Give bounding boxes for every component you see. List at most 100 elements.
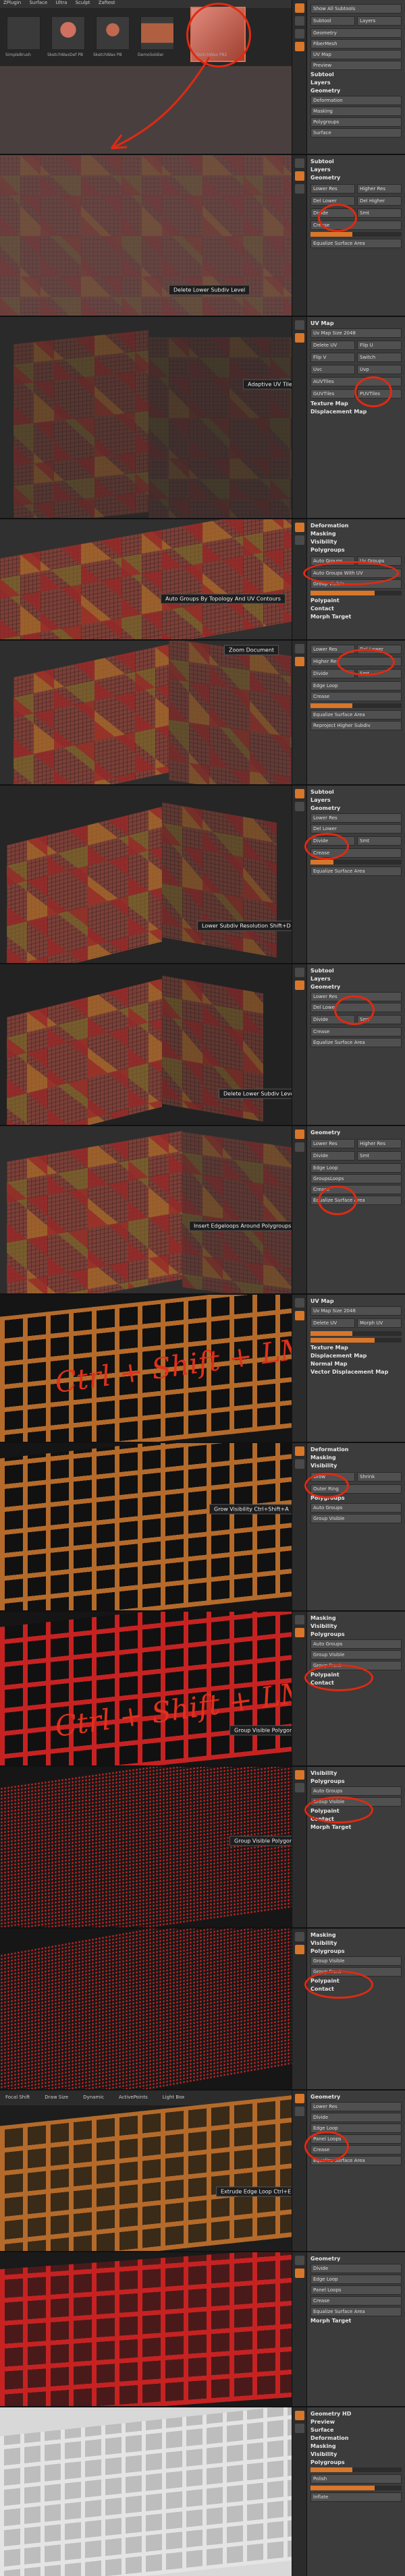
palette-heading[interactable]: Subtool [310,789,402,795]
toolbar-item[interactable]: Draw Size [45,2095,68,2101]
tool-icon[interactable] [295,2268,304,2278]
crease-button[interactable]: Crease [310,2296,402,2306]
group-visible-button[interactable]: Group Visible [310,1514,402,1523]
brush-thumbnail[interactable] [96,16,130,50]
menu-item[interactable]: Sculpt [76,0,90,5]
palette-heading[interactable]: Visibility [310,1940,402,1946]
delete-uv-button[interactable]: Delete UV [310,341,355,350]
del-higher-button[interactable]: Del Higher [357,196,402,206]
tool-icon[interactable] [295,3,304,13]
tool-icon[interactable] [295,2107,304,2116]
lower-res-button[interactable]: Lower Res [310,1139,355,1148]
palette-heading[interactable]: Contact [310,606,402,612]
tool-icon[interactable] [295,1770,304,1780]
tool-icon[interactable] [295,333,304,343]
switch-button[interactable]: Switch [357,353,402,362]
palette-heading[interactable]: Visibility [310,539,402,545]
smt-toggle[interactable]: Smt [357,836,402,846]
palette-heading[interactable]: Displacement Map [310,409,402,415]
tool-icon[interactable] [295,789,304,798]
viewport-7[interactable]: Insert Edgeloops Around Polygroups [0,1126,292,1293]
polish-slider[interactable] [310,591,402,595]
tool-icon[interactable] [295,1628,304,1637]
morph-uv-button[interactable]: Morph UV [357,1318,402,1328]
tool-icon[interactable] [295,184,304,194]
tool-icon[interactable] [295,657,304,666]
palette-heading[interactable]: Polygroups [310,1631,402,1637]
tool-icon[interactable] [295,644,304,653]
palette-heading[interactable]: Texture Map [310,1345,402,1351]
subdiv-slider[interactable] [310,860,402,865]
show-all-subtools-button[interactable]: Show All Subtools [310,4,402,13]
tool-button[interactable]: UV Map [310,50,402,59]
palette-heading[interactable]: Geometry [310,805,402,811]
toolbar-item[interactable]: Light Box [163,2095,185,2101]
tool-icon[interactable] [295,2411,304,2420]
higher-res-button[interactable]: Higher Res [357,1139,402,1148]
edge-loop-button[interactable]: Edge Loop [310,2275,402,2284]
palette-button[interactable]: Masking [310,107,402,116]
viewport-2[interactable]: Adaptive UV Tiles [0,317,292,518]
delete-uv-button[interactable]: Delete UV [310,1318,355,1328]
tool-button[interactable]: Preview [310,61,402,70]
tool-icon[interactable] [295,968,304,977]
palette-heading[interactable]: Preview [310,2419,402,2425]
palette-heading[interactable]: UV Map [310,320,402,326]
tool-icon[interactable] [295,980,304,990]
tool-icon[interactable] [295,171,304,181]
viewport-4[interactable]: Zoom Document [0,641,292,784]
palette-heading[interactable]: Polygroups [310,1948,402,1954]
edge-loop-button[interactable]: Edge Loop [310,681,402,691]
tool-icon[interactable] [295,1459,304,1469]
reproject-button[interactable]: Reproject Higher Subdiv [310,721,402,730]
palette-heading[interactable]: Morph Target [310,614,402,620]
tool-icon[interactable] [295,1932,304,1941]
divide-button[interactable]: Divide [310,2113,402,2122]
lower-res-button[interactable]: Lower Res [310,2102,402,2111]
tool-icon[interactable] [295,158,304,168]
viewport-11[interactable]: Group Visible Polygons [0,1767,292,1927]
groups-loops-button[interactable]: GroupsLoops [310,1174,402,1183]
palette-heading[interactable]: Subtool [310,968,402,974]
palette-heading[interactable]: Geometry [310,2256,402,2262]
polish-slider[interactable] [310,2467,402,2472]
viewport-3[interactable]: Auto Groups By Topology And UV Contours [0,519,292,639]
tool-icon[interactable] [295,1130,304,1139]
uv-slider[interactable] [310,1338,402,1343]
viewport-0[interactable]: ZPlugin Surface Ultra Sculpt Zaftest Sim… [0,0,292,154]
tool-button[interactable]: Geometry [310,28,402,38]
tool-icon[interactable] [295,1142,304,1152]
palette-heading[interactable]: Polygroups [310,1778,402,1784]
palette-button[interactable]: Polygroups [310,117,402,127]
palette-heading[interactable]: Polygroups [310,2459,402,2465]
viewport-8[interactable]: Ctrl + Shift + LM [0,1295,292,1442]
brush-thumbnail[interactable] [140,16,174,50]
palette-heading[interactable]: Geometry [310,984,402,990]
tool-icon[interactable] [295,1945,304,1954]
tool-button[interactable]: Subtool [310,16,355,26]
smt-toggle[interactable]: Smt [357,208,402,218]
lower-res-button[interactable]: Lower Res [310,184,355,194]
palette-heading[interactable]: Visibility [310,1623,402,1629]
brush-thumbnail[interactable] [7,16,40,50]
palette-heading[interactable]: Surface [310,2427,402,2433]
auto-groups-button[interactable]: Auto Groups [310,1503,402,1513]
palette-heading[interactable]: Deformation [310,1446,402,1453]
palette-button[interactable]: Surface [310,128,402,138]
tool-icon[interactable] [295,1615,304,1624]
viewport-14[interactable] [0,2252,292,2406]
tool-icon[interactable] [295,29,304,38]
viewport-10[interactable]: Ctrl + Shift + LM Group Visible Polygons [0,1612,292,1765]
tool-icon[interactable] [295,320,304,330]
lower-res-button[interactable]: Lower Res [310,813,402,823]
palette-heading[interactable]: Layers [310,797,402,803]
flip-v-button[interactable]: Flip V [310,353,355,362]
tool-icon[interactable] [295,2256,304,2265]
palette-heading[interactable]: Deformation [310,523,402,529]
tool-icon[interactable] [295,1311,304,1320]
menu-item[interactable]: Ultra [55,0,67,5]
viewport-1[interactable]: Delete Lower Subdiv Level [0,155,292,316]
palette-heading[interactable]: Masking [310,1455,402,1461]
shrink-button[interactable]: Shrink [357,1472,402,1482]
brush-thumbnail[interactable] [51,16,85,50]
